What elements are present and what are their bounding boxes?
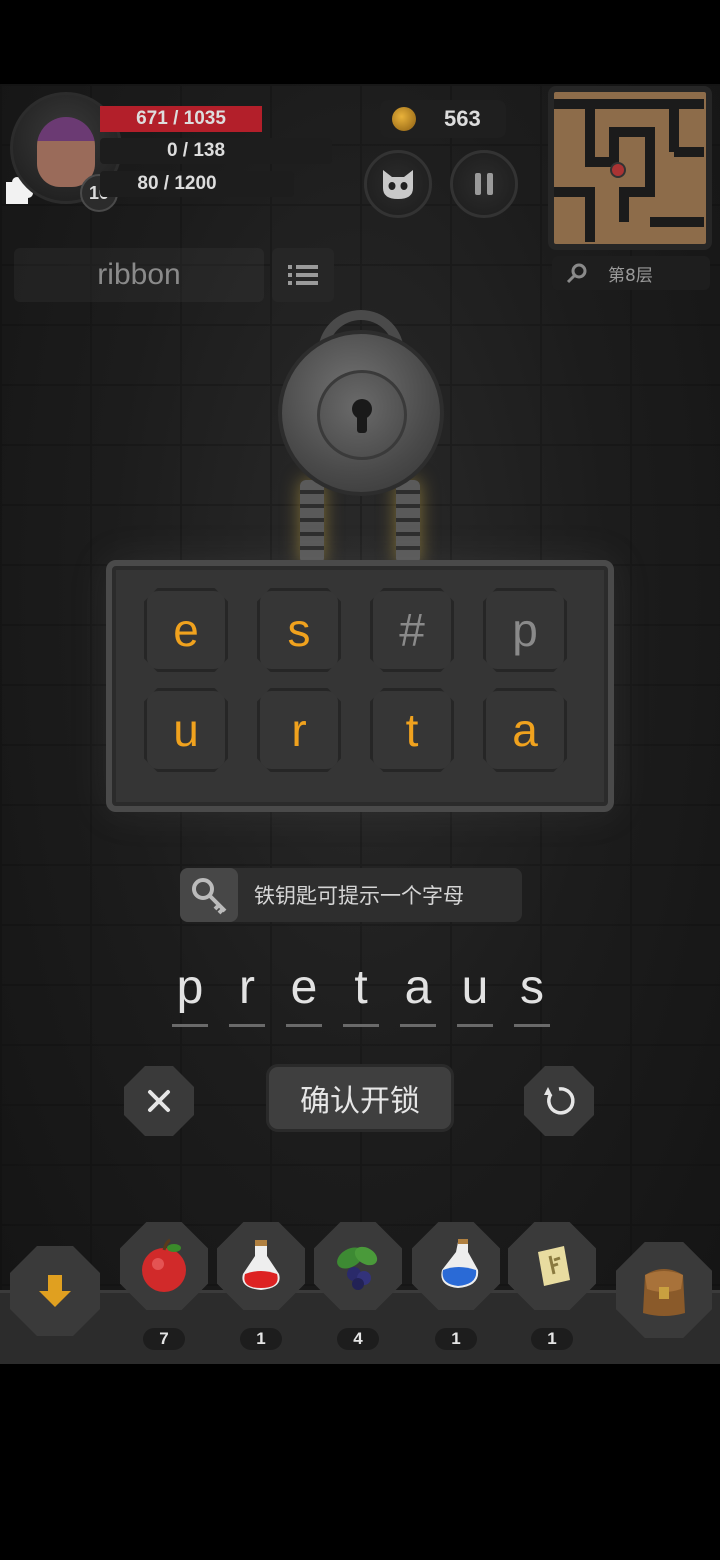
mp-text: 0 / 138 <box>166 140 226 161</box>
answer-letter-slot[interactable]: t <box>343 960 379 1027</box>
padlock-icon <box>278 330 444 496</box>
maze-map-icon <box>554 99 704 242</box>
letter-tile-used[interactable]: # <box>370 588 454 672</box>
hp-bar: 671 / 1035 <box>100 106 262 132</box>
answer-letter-slot[interactable]: u <box>457 960 493 1027</box>
red-potion-icon <box>242 1240 280 1290</box>
letter-tile[interactable]: s <box>257 588 341 672</box>
answer-letter-slot[interactable]: p <box>172 960 208 1027</box>
pause-button[interactable] <box>450 150 518 218</box>
backpack-button[interactable] <box>616 1242 712 1338</box>
item-count-badge: 1 <box>531 1328 573 1350</box>
letter-tile[interactable]: r <box>257 688 341 772</box>
close-icon <box>148 1090 170 1112</box>
search-icon <box>566 263 587 284</box>
xp-text: 80 / 1200 <box>137 173 217 194</box>
list-icon <box>288 265 318 285</box>
hint-key-box <box>180 868 238 922</box>
minimap[interactable] <box>548 86 712 250</box>
descend-button[interactable] <box>10 1246 100 1336</box>
pet-button[interactable] <box>364 150 432 218</box>
refresh-icon <box>544 1087 575 1115</box>
key-hint-button[interactable]: 铁钥匙可提示一个字母 <box>180 868 522 922</box>
xp-bar: 80 / 1200 <box>100 171 294 197</box>
letter-tile[interactable]: u <box>144 688 228 772</box>
apple-icon <box>142 1238 186 1292</box>
word-list-button[interactable] <box>272 248 334 302</box>
gold-counter: 563 <box>380 100 506 138</box>
reset-button[interactable] <box>524 1066 594 1136</box>
rune-scroll-icon <box>538 1246 570 1286</box>
letter-tile[interactable]: e <box>144 588 228 672</box>
hero-face-icon <box>37 117 95 187</box>
answer-row: p r e t a u s <box>162 960 562 1030</box>
letter-tile[interactable]: t <box>370 688 454 772</box>
arrow-down-icon <box>39 1275 71 1307</box>
backpack-icon <box>643 1269 685 1316</box>
clear-button[interactable] <box>124 1066 194 1136</box>
keyhole-icon <box>352 399 372 433</box>
floor-indicator[interactable]: 第8层 <box>552 256 710 290</box>
blue-potion-icon <box>441 1239 479 1288</box>
item-count-badge: 1 <box>240 1328 282 1350</box>
gold-amount: 563 <box>444 106 481 131</box>
right-chain <box>396 480 420 564</box>
pause-icon <box>475 173 493 195</box>
gold-coin-icon <box>392 107 416 131</box>
letter-tile-used[interactable]: p <box>483 588 567 672</box>
game-screen: 10 671 / 1035 0 / 138 80 / 1200 563 第8层 … <box>0 84 720 1364</box>
item-count-badge: 1 <box>435 1328 477 1350</box>
berries-icon <box>337 1246 378 1290</box>
hint-text: 铁钥匙可提示一个字母 <box>254 884 464 908</box>
answer-letter-slot[interactable]: r <box>229 960 265 1027</box>
answer-letter-slot[interactable]: e <box>286 960 322 1027</box>
answer-letter-slot[interactable]: s <box>514 960 550 1027</box>
pet-face-icon <box>383 170 413 199</box>
item-count-badge: 4 <box>337 1328 379 1350</box>
keyhole-plate <box>317 370 407 460</box>
confirm-unlock-button[interactable]: 确认开锁 <box>266 1064 454 1132</box>
answer-letter-slot[interactable]: a <box>400 960 436 1027</box>
item-count-badge: 7 <box>143 1328 185 1350</box>
left-chain <box>300 480 324 564</box>
letter-tile[interactable]: a <box>483 688 567 772</box>
floor-label: 第8层 <box>608 265 653 286</box>
iron-key-icon <box>192 878 227 915</box>
mp-bar: 0 / 138 <box>100 138 332 164</box>
target-word-box: ribbon <box>14 248 264 302</box>
